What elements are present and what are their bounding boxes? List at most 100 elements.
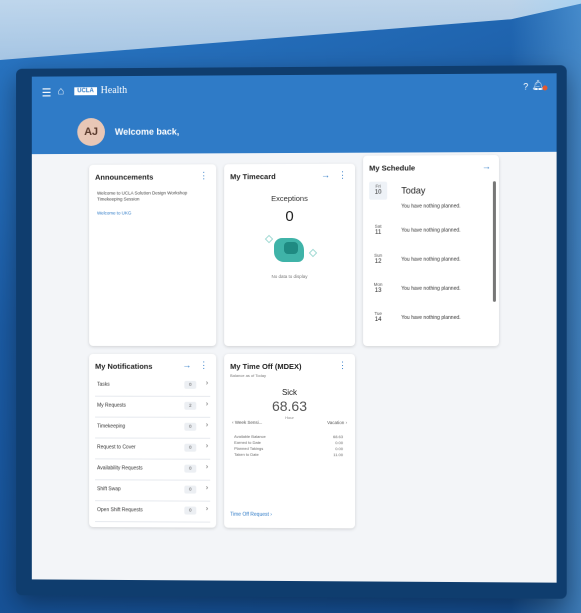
scrollbar[interactable] xyxy=(492,181,496,302)
chevron-right-icon: › xyxy=(205,442,209,450)
card-title: My Schedule xyxy=(369,163,416,173)
exceptions-label: Exceptions xyxy=(271,193,308,204)
notification-count: 0 xyxy=(184,464,197,473)
row-label: Earned to Date xyxy=(234,439,261,445)
more-options-icon[interactable]: ⋮ xyxy=(199,170,208,181)
announcements-card: Announcements ⋮ Welcome to UCLA Solution… xyxy=(89,164,217,346)
notification-label: Request to Cover xyxy=(97,444,136,451)
notification-label: Availability Requests xyxy=(97,465,143,472)
help-icon[interactable]: ? xyxy=(523,82,528,92)
day-of-week: Fri xyxy=(375,183,381,189)
day-number: 14 xyxy=(374,316,382,323)
row-value: 68.63 xyxy=(333,434,344,440)
timeoff-row: Taken to Date 11.00 xyxy=(234,452,343,458)
chevron-right-icon: › xyxy=(205,400,209,408)
timeoff-request-link[interactable]: Time Off Request › xyxy=(230,512,272,518)
navigate-arrow-icon[interactable]: → xyxy=(182,360,191,370)
day-of-week: Sun xyxy=(374,252,383,258)
app-screen: ☰ ⌂ UCLA Health ? 🔔︎ AJ Welcome back, An… xyxy=(31,73,557,583)
notification-count: 0 xyxy=(184,506,197,515)
hamburger-menu-icon[interactable]: ☰ xyxy=(42,86,52,99)
brand-box: UCLA xyxy=(74,86,97,95)
prev-type-button[interactable]: ‹ Week Sensi... xyxy=(232,420,262,425)
brand-logo: UCLA Health xyxy=(74,85,127,96)
chevron-right-icon: › xyxy=(205,484,209,492)
next-type-label: Vacation xyxy=(327,420,345,426)
timeoff-request-label: Time Off Request xyxy=(230,511,269,518)
chevron-right-icon: › xyxy=(205,463,209,471)
card-title: My Notifications xyxy=(95,361,153,371)
card-title: My Time Off (MDEX) xyxy=(230,361,302,372)
row-value: 0.00 xyxy=(335,440,344,446)
schedule-text: You have nothing planned. xyxy=(401,203,461,210)
row-label: Available Balance xyxy=(234,433,266,439)
notification-label: Timekeeping xyxy=(97,423,126,430)
notification-count: 0 xyxy=(184,422,197,431)
empty-state-illustration xyxy=(264,234,318,266)
next-type-button[interactable]: Vacation › xyxy=(327,420,347,425)
brand-name: Health xyxy=(100,85,128,97)
row-label: Planned Takings xyxy=(234,445,264,451)
schedule-day[interactable]: Mon 13 You have nothing planned. xyxy=(369,282,489,304)
more-options-icon[interactable]: ⋮ xyxy=(338,360,347,371)
balance-as-of[interactable]: Balance as of Today xyxy=(230,373,266,378)
chevron-right-icon: › xyxy=(205,421,209,429)
schedule-text: You have nothing planned. xyxy=(401,227,461,234)
schedule-day[interactable]: Tue 14 You have nothing planned. xyxy=(369,311,489,333)
notification-item[interactable]: Availability Requests 0 › xyxy=(95,459,211,481)
day-number: 11 xyxy=(375,229,382,236)
device-frame: ☰ ⌂ UCLA Health ? 🔔︎ AJ Welcome back, An… xyxy=(16,65,567,599)
notification-item[interactable]: Request to Cover 0 › xyxy=(95,438,211,460)
chevron-right-icon: › xyxy=(205,379,209,387)
row-value: 11.00 xyxy=(333,452,344,458)
schedule-card: My Schedule → Fri 10 Today You have noth… xyxy=(363,155,499,347)
row-value: 0.00 xyxy=(335,446,344,452)
notification-badge xyxy=(542,85,548,91)
announcement-text: Welcome to UCLA Solution Design Workshop… xyxy=(97,190,188,202)
timecard-card: My Timecard → ⋮ Exceptions 0 No data to … xyxy=(224,163,356,347)
notification-item[interactable]: My Requests 2 › xyxy=(95,396,211,418)
day-number: 10 xyxy=(374,189,382,196)
schedule-text: You have nothing planned. xyxy=(401,285,461,292)
day-number: 13 xyxy=(374,287,382,294)
schedule-day[interactable]: Sun 12 You have nothing planned. xyxy=(369,253,489,275)
card-title: Announcements xyxy=(95,172,154,182)
notification-count: 0 xyxy=(184,485,197,494)
prev-type-label: Week Sensi... xyxy=(234,419,263,425)
day-of-week: Mon xyxy=(373,281,383,287)
more-options-icon[interactable]: ⋮ xyxy=(199,360,208,371)
announcement-link[interactable]: Welcome to UKG xyxy=(97,210,131,215)
schedule-today[interactable]: Fri 10 Today You have nothing planned. xyxy=(369,181,489,210)
notification-count: 0 xyxy=(184,443,197,452)
notification-item[interactable]: Shift Swap 0 › xyxy=(95,480,211,502)
today-label: Today xyxy=(401,185,426,196)
notification-label: Open Shift Requests xyxy=(97,507,143,514)
no-data-text: No data to display xyxy=(271,273,308,280)
schedule-day[interactable]: Sat 11 You have nothing planned. xyxy=(369,223,489,245)
timeoff-type: Sick xyxy=(281,387,298,398)
notification-item[interactable]: Timekeeping 0 › xyxy=(95,417,211,439)
avatar[interactable]: AJ xyxy=(77,117,105,146)
timeoff-card: My Time Off (MDEX) ⋮ Balance as of Today… xyxy=(224,353,356,529)
notification-count: 2 xyxy=(184,401,197,410)
more-options-icon[interactable]: ⋮ xyxy=(338,170,347,181)
notification-count: 0 xyxy=(184,380,197,389)
chevron-right-icon: › xyxy=(205,505,209,513)
navigate-arrow-icon[interactable]: → xyxy=(482,161,491,171)
top-bar: ☰ ⌂ UCLA Health ? 🔔︎ AJ Welcome back, xyxy=(31,73,557,155)
home-icon[interactable]: ⌂ xyxy=(57,85,64,97)
notification-label: My Requests xyxy=(97,402,126,409)
notifications-card: My Notifications → ⋮ Tasks 0 › My Reques… xyxy=(89,353,217,528)
notification-item[interactable]: Tasks 0 › xyxy=(95,375,211,397)
notification-item[interactable]: Open Shift Requests 0 › xyxy=(95,501,211,523)
exceptions-value: 0 xyxy=(285,207,294,226)
day-of-week: Sat xyxy=(374,223,382,229)
day-number: 12 xyxy=(374,258,382,265)
navigate-arrow-icon[interactable]: → xyxy=(321,170,330,180)
schedule-text: You have nothing planned. xyxy=(401,314,461,321)
timeoff-value: 68.63 xyxy=(271,397,308,415)
schedule-text: You have nothing planned. xyxy=(401,256,461,263)
card-title: My Timecard xyxy=(230,172,276,182)
row-label: Taken to Date xyxy=(234,451,259,457)
notification-label: Shift Swap xyxy=(97,486,121,493)
